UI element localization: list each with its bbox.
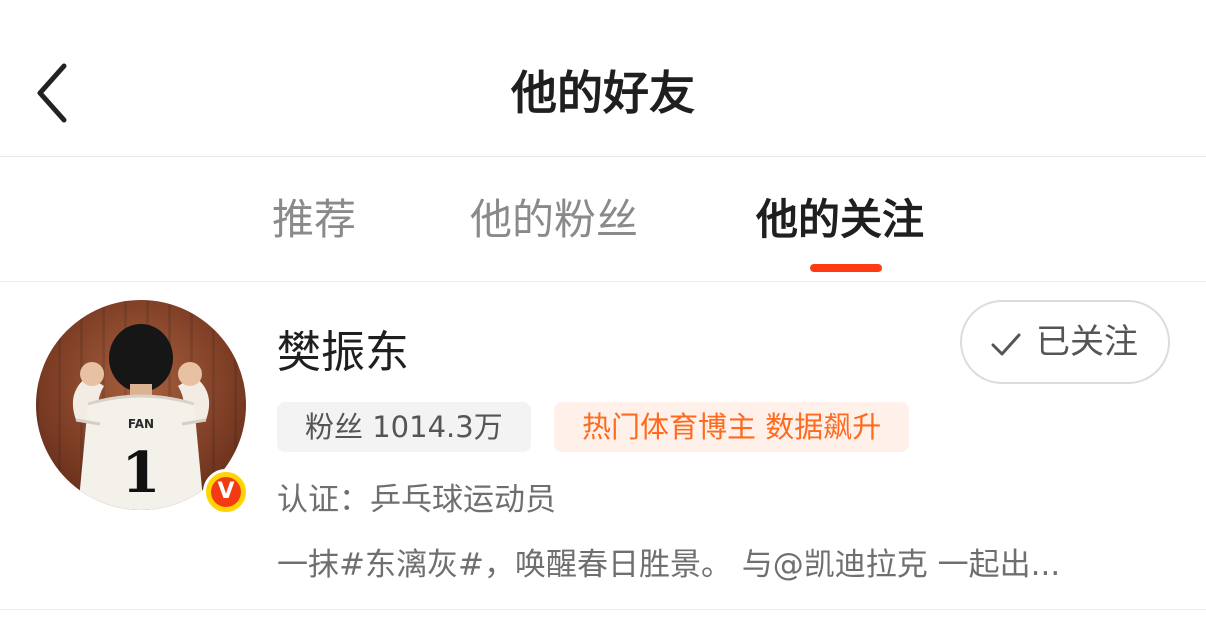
user-bio: 一抹#东漓灰#，唤醒春日胜景。 与@凯迪拉克 一起出... xyxy=(277,547,1061,583)
page-title: 他的好友 xyxy=(511,66,695,120)
tab-bar: 推荐 他的粉丝 他的关注 xyxy=(0,158,1206,282)
user-name[interactable]: 樊振东 xyxy=(277,323,409,383)
hot-blogger-badge: 热门体育博主 数据飙升 xyxy=(554,402,910,452)
verification-text: 认证：乒乓球运动员 xyxy=(277,482,556,518)
tab-his-fans[interactable]: 他的粉丝 xyxy=(470,190,638,250)
verified-badge-letter: V xyxy=(211,477,241,507)
top-bar: 他的好友 xyxy=(0,0,1206,157)
following-button-label: 已关注 xyxy=(1036,322,1138,362)
verified-badge-icon: V xyxy=(203,469,249,515)
fans-count-badge: 粉丝 1014.3万 xyxy=(277,402,531,452)
active-tab-indicator xyxy=(810,264,882,272)
jersey-number: 1 xyxy=(122,440,161,506)
tab-his-following[interactable]: 他的关注 xyxy=(756,190,924,250)
check-icon xyxy=(991,333,1021,356)
following-button[interactable]: 已关注 xyxy=(960,300,1170,384)
user-list-item[interactable]: FAN 1 V 樊振东 已关注 粉丝 1014.3万 热门体育博主 数据飙升 认… xyxy=(0,283,1206,610)
jersey-name: FAN xyxy=(128,417,154,431)
tab-recommend[interactable]: 推荐 xyxy=(272,190,356,250)
